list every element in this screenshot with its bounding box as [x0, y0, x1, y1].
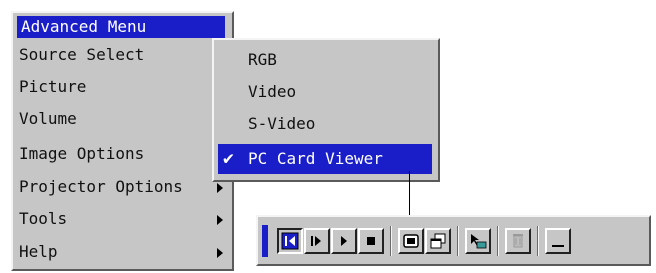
toolbar-separator — [390, 226, 392, 256]
delete-disabled-icon — [513, 234, 523, 248]
toolbar-separator — [457, 226, 459, 256]
previous-slide-icon — [281, 232, 299, 250]
toolbar-separator — [537, 226, 539, 256]
menu-item-label: Picture — [19, 77, 87, 96]
delete-button[interactable] — [505, 228, 531, 254]
menu-item-source-select[interactable]: Source Select — [19, 40, 229, 70]
advanced-menu: Advanced Menu Source Select Picture Volu… — [11, 11, 234, 271]
minimize-button[interactable] — [545, 228, 571, 254]
submenu-arrow-icon — [217, 248, 223, 258]
minimize-icon — [552, 245, 564, 247]
submenu-arrow-icon — [217, 215, 223, 225]
submenu-item-video[interactable]: Video — [218, 77, 432, 107]
menu-item-label: Projector Options — [19, 177, 183, 196]
menu-item-picture[interactable]: Picture — [19, 72, 229, 102]
screen-icon — [403, 234, 419, 248]
submenu-item-s-video[interactable]: S-Video — [218, 109, 432, 139]
next-slide-icon — [311, 236, 321, 246]
windows-icon — [430, 233, 446, 249]
submenu-item-label: S-Video — [248, 114, 316, 133]
select-folder-button[interactable] — [465, 228, 491, 254]
menu-item-image-options[interactable]: Image Options — [19, 139, 229, 169]
submenu-item-pc-card-viewer[interactable]: ✔ PC Card Viewer — [218, 144, 432, 174]
play-icon — [341, 236, 347, 246]
toolbar-separator — [497, 226, 499, 256]
menu-item-label: Tools — [19, 209, 68, 228]
next-slide-button[interactable] — [304, 228, 330, 254]
play-button[interactable] — [331, 228, 357, 254]
menu-item-projector-options[interactable]: Projector Options — [19, 172, 229, 202]
menu-item-label: Source Select — [19, 45, 145, 64]
windows-button[interactable] — [425, 228, 451, 254]
menu-item-label: Image Options — [19, 144, 145, 163]
source-select-submenu: RGB Video S-Video ✔ PC Card Viewer — [212, 38, 440, 182]
screen-button[interactable] — [398, 228, 424, 254]
menu-item-volume[interactable]: Volume — [19, 104, 229, 134]
menu-item-label: Volume — [19, 109, 77, 128]
menu-item-label: Help — [19, 242, 58, 261]
callout-line — [409, 171, 410, 215]
previous-slide-button[interactable] — [277, 228, 303, 254]
pc-card-viewer-toolbar — [256, 215, 651, 266]
checkmark-icon: ✔ — [223, 148, 234, 169]
submenu-item-label: PC Card Viewer — [248, 149, 383, 168]
menu-item-help[interactable]: Help — [19, 237, 229, 267]
menu-title: Advanced Menu — [17, 16, 225, 38]
select-folder-icon — [471, 234, 487, 249]
submenu-item-rgb[interactable]: RGB — [218, 45, 432, 75]
submenu-item-label: Video — [248, 82, 297, 101]
menu-item-tools[interactable]: Tools — [19, 204, 229, 234]
stop-icon — [367, 237, 375, 245]
submenu-arrow-icon — [217, 183, 223, 193]
submenu-item-label: RGB — [248, 50, 277, 69]
toolbar-drag-handle[interactable] — [262, 225, 268, 257]
stop-button[interactable] — [358, 228, 384, 254]
